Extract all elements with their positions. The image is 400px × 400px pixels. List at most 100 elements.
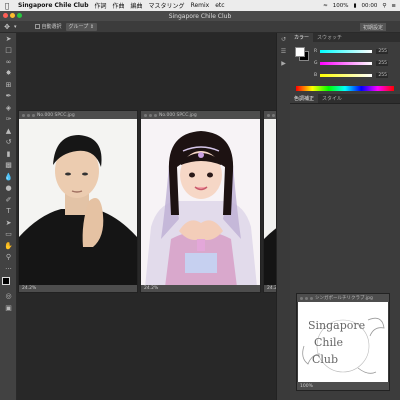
logo-canvas[interactable]: Singapore Chile Club — [298, 302, 388, 382]
zoom-window-button[interactable] — [17, 13, 22, 18]
dodge-tool-icon[interactable]: ● — [0, 183, 17, 195]
hand-tool-icon[interactable]: ✋ — [0, 240, 17, 252]
adjustments-panel — [290, 103, 400, 243]
tab-styles[interactable]: スタイル — [318, 94, 346, 103]
properties-panel-icon[interactable]: ☰ — [277, 45, 290, 57]
color-swatches[interactable] — [0, 275, 17, 291]
clone-stamp-tool-icon[interactable]: ▲ — [0, 125, 17, 137]
quick-mask-icon[interactable]: ◎ — [0, 291, 17, 303]
document-window-2[interactable]: No.000 SPCC.jpg 24.2% — [140, 110, 261, 293]
type-tool-icon[interactable]: T — [0, 206, 17, 218]
blue-slider[interactable] — [320, 73, 372, 77]
color-panel: R 255 G 255 B 255 — [290, 42, 400, 94]
minimize-window-button[interactable] — [10, 13, 15, 18]
document-zoom-2[interactable]: 24.2% — [141, 285, 260, 292]
move-tool-icon[interactable]: ➤ — [0, 33, 17, 45]
more-tools-icon[interactable]: ··· — [0, 263, 17, 275]
green-slider[interactable] — [320, 61, 372, 65]
history-panel-icon[interactable]: ↺ — [277, 33, 290, 45]
green-value-field[interactable]: 255 — [376, 60, 388, 66]
window-title: Singapore Chile Club — [168, 12, 232, 20]
red-value-field[interactable]: 255 — [376, 48, 388, 54]
document-window-1[interactable]: No.000 SPCC.jpg 24.2% — [18, 110, 138, 293]
collapsed-panel-dock: ↺ ☰ ▶ — [276, 33, 290, 400]
menu-item-sakkyoku[interactable]: 作曲 — [113, 1, 125, 10]
doc-zoom-icon[interactable] — [32, 113, 35, 117]
document-canvas-2[interactable] — [141, 119, 260, 285]
path-select-tool-icon[interactable]: ➤ — [0, 217, 17, 229]
blur-tool-icon[interactable]: 💧 — [0, 171, 17, 183]
document-tab-2[interactable]: No.000 SPCC.jpg — [141, 111, 260, 119]
red-slider[interactable] — [320, 49, 372, 53]
tool-preset-dropdown-icon[interactable]: ▾ — [14, 24, 17, 30]
doc-close-icon[interactable] — [300, 296, 303, 300]
tab-adjustments[interactable]: 色調補正 — [290, 94, 319, 103]
crop-tool-icon[interactable]: ⊞ — [0, 79, 17, 91]
logo-document-tab[interactable]: シンガポールチリクラブ.jpg — [297, 294, 389, 302]
blue-slider-row: B 255 — [314, 72, 388, 78]
menu-item-sakushi[interactable]: 作詞 — [95, 1, 107, 10]
wifi-icon[interactable]: ≈ — [323, 3, 328, 9]
logo-line-3: Club — [312, 353, 338, 366]
history-brush-tool-icon[interactable]: ↺ — [0, 137, 17, 149]
tab-swatches[interactable]: スウォッチ — [313, 33, 346, 42]
doc-minimize-icon[interactable] — [305, 296, 308, 300]
marquee-tool-icon[interactable]: □ — [0, 45, 17, 57]
battery-icon[interactable]: ▮ — [353, 3, 356, 9]
color-spectrum-bar[interactable] — [296, 86, 394, 91]
panel-foreground-swatch[interactable] — [295, 47, 305, 57]
logo-line-1: Singapore — [308, 319, 365, 332]
logo-line-2: Chile — [314, 336, 343, 349]
zoom-tool-icon[interactable]: ⚲ — [0, 252, 17, 264]
close-window-button[interactable] — [3, 13, 8, 18]
pen-tool-icon[interactable]: ✐ — [0, 194, 17, 206]
doc-close-icon[interactable] — [144, 113, 147, 117]
group-select[interactable]: グループ ⇕ — [65, 22, 98, 31]
menu-item-etc[interactable]: etc — [215, 2, 224, 9]
document-canvas-1[interactable] — [19, 119, 137, 285]
logo-document-zoom[interactable]: 100% — [297, 382, 389, 390]
eyedropper-tool-icon[interactable]: ✒ — [0, 91, 17, 103]
auto-select-checkbox[interactable] — [34, 24, 40, 29]
document-workspace: No.000 SPCC.jpg 24.2% No.000 SPCC.jpg 24… — [17, 33, 387, 400]
menu-item-remix[interactable]: Remix — [191, 2, 210, 9]
auto-select-label: 自動選択 — [41, 24, 62, 30]
doc-close-icon[interactable] — [22, 113, 25, 117]
doc-zoom-icon[interactable] — [310, 296, 313, 300]
search-icon[interactable]: ⚲ — [382, 3, 386, 9]
menu-item-henkyoku[interactable]: 編曲 — [131, 1, 143, 10]
clock[interactable]: 00:00 — [362, 3, 378, 9]
window-controls — [3, 13, 22, 18]
status-area: ≈ 100% ▮ 00:00 ⚲ ≡ — [323, 0, 396, 11]
document-tab-1[interactable]: No.000 SPCC.jpg — [19, 111, 137, 119]
menu-list-icon[interactable]: ≡ — [391, 3, 396, 9]
doc-close-icon[interactable] — [267, 113, 270, 117]
apple-icon[interactable]:  — [2, 2, 12, 10]
doc-zoom-icon[interactable] — [154, 113, 157, 117]
logo-document-window[interactable]: シンガポールチリクラブ.jpg Singapore Chile Club 100… — [296, 293, 390, 391]
doc-minimize-icon[interactable] — [149, 113, 152, 117]
tab-color[interactable]: カラー — [290, 33, 314, 42]
foreground-color-swatch[interactable] — [2, 276, 10, 285]
brush-tool-icon[interactable]: ✑ — [0, 114, 17, 126]
document-title: No.000 SPCC.jpg — [159, 112, 197, 118]
screen-mode-icon[interactable]: ▣ — [0, 302, 17, 314]
adjustment-panel-tabs: 色調補正 スタイル — [290, 94, 400, 103]
menu-app-name[interactable]: Singapore Chile Club — [18, 2, 89, 9]
healing-brush-tool-icon[interactable]: ◈ — [0, 102, 17, 114]
gradient-tool-icon[interactable]: ▩ — [0, 160, 17, 172]
doc-minimize-icon[interactable] — [272, 113, 275, 117]
actions-panel-icon[interactable]: ▶ — [277, 57, 290, 69]
document-zoom-1[interactable]: 24.2% — [19, 285, 137, 292]
eraser-tool-icon[interactable]: ▮ — [0, 148, 17, 160]
move-tool-icon[interactable]: ✥ — [0, 23, 14, 31]
workspace-select[interactable]: 初期設定 — [359, 23, 386, 31]
doc-minimize-icon[interactable] — [27, 113, 30, 117]
portrait-photo-2 — [141, 119, 260, 285]
options-bar: ✥ ▾ 自動選択 グループ ⇕ 初期設定 — [0, 21, 400, 33]
menu-item-mastering[interactable]: マスタリング — [149, 1, 185, 10]
quick-select-tool-icon[interactable]: ✸ — [0, 68, 17, 80]
lasso-tool-icon[interactable]: ∞ — [0, 56, 17, 68]
blue-value-field[interactable]: 255 — [376, 72, 388, 78]
shape-tool-icon[interactable]: ▭ — [0, 229, 17, 241]
